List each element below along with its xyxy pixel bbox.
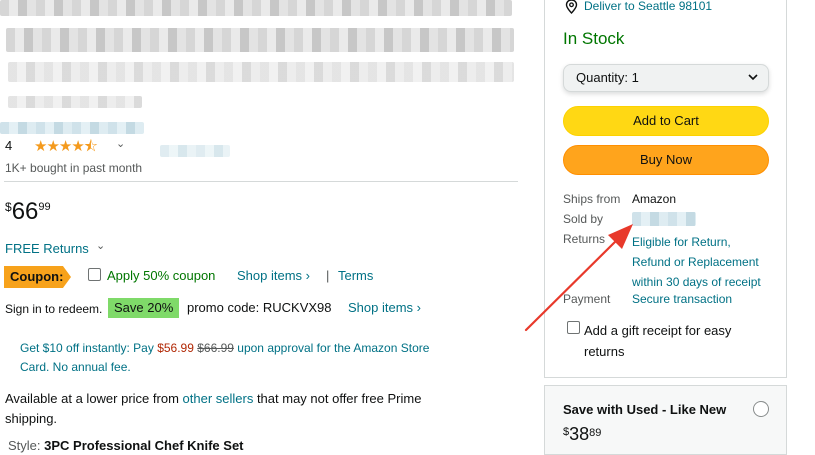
offer-old-price: $66.99 (197, 341, 234, 355)
used-price-fraction: 89 (589, 427, 602, 439)
quantity-label: Quantity: 1 (576, 70, 639, 85)
used-offer-price: $3889 (563, 424, 601, 445)
buy-now-button[interactable]: Buy Now (563, 145, 769, 175)
stock-status: In Stock (563, 29, 625, 48)
returns-label: Returns (563, 232, 606, 246)
add-to-cart-button[interactable]: Add to Cart (563, 106, 769, 136)
used-price-whole: 38 (569, 424, 590, 444)
price-symbol: $ (5, 200, 12, 214)
gift-receipt-line1: Add a gift receipt for easy (584, 323, 732, 338)
ships-from-value: Amazon (632, 192, 677, 206)
chevron-down-icon[interactable]: ⌄ (96, 239, 105, 252)
apply-coupon-label[interactable]: Apply 50% coupon (107, 268, 215, 283)
deliver-to-link[interactable]: Deliver to Seattle 98101 (584, 0, 712, 13)
returns-policy-link[interactable]: Eligible for Return, Refund or Replaceme… (632, 232, 761, 292)
returns-line-2: Refund or Replacement (632, 255, 759, 269)
location-pin-icon[interactable] (565, 0, 578, 17)
promo-code-text: promo code: RUCKVX98 (187, 300, 332, 315)
quantity-select[interactable]: Quantity: 1 (563, 64, 769, 92)
used-price-symbol: $ (563, 426, 570, 438)
store-card-offer-line2: Card. No annual fee. (20, 360, 131, 374)
rating-value: 4 (5, 138, 13, 153)
store-card-offer[interactable]: Get $10 off instantly: Pay $56.99 $66.99… (20, 339, 520, 377)
promo-shop-items-link[interactable]: Shop items › (348, 300, 421, 315)
coupon-terms-link[interactable]: Terms (338, 268, 373, 283)
product-title-redacted-line4 (8, 96, 142, 108)
used-offer-label: Save with Used - Like New (563, 402, 727, 417)
product-price: $6699 (5, 198, 51, 226)
brand-link-redacted[interactable] (0, 122, 144, 134)
payment-label: Payment (563, 292, 611, 306)
coupon-checkbox[interactable] (88, 268, 101, 281)
bought-in-past-month: 1K+ bought in past month (5, 161, 143, 175)
coupon-shop-items-link[interactable]: Shop items › (237, 268, 310, 283)
gift-receipt-line2: returns (584, 344, 625, 359)
product-title-redacted-line3 (8, 62, 514, 82)
coupon-separator: | (326, 268, 330, 283)
returns-line-1: Eligible for Return, (632, 235, 731, 249)
lower-price-line1: Available at a lower price from other se… (5, 389, 515, 409)
sign-in-to-redeem[interactable]: Sign in to redeem. (5, 302, 102, 316)
product-title-redacted-line1 (0, 0, 512, 16)
chevron-down-icon[interactable]: ⌄ (116, 137, 125, 150)
lower-price-line2: shipping. (5, 411, 58, 426)
store-card-offer-line1: Get $10 off instantly: Pay $56.99 $66.99… (20, 339, 520, 358)
returns-line-3: within 30 days of receipt (632, 275, 761, 289)
offer-new-price: $56.99 (157, 341, 194, 355)
gift-receipt-checkbox[interactable] (567, 321, 580, 334)
offer-prefix: Get $10 off instantly: Pay (20, 341, 158, 355)
product-title-redacted-line2 (6, 28, 514, 52)
lower-price-suffix: that may not offer free Prime (253, 391, 422, 406)
used-offer-radio[interactable] (753, 401, 769, 417)
price-whole: 66 (11, 198, 39, 225)
sold-by-label: Sold by (563, 212, 604, 226)
lower-price-note: Available at a lower price from other se… (5, 389, 515, 429)
divider (4, 181, 518, 182)
gift-receipt-label[interactable]: Add a gift receipt for easy returns (584, 320, 731, 362)
sold-by-seller-redacted[interactable] (632, 212, 696, 226)
coupon-badge: Coupon: (4, 266, 71, 288)
price-fraction: 99 (38, 201, 51, 213)
other-sellers-link[interactable]: other sellers (183, 391, 254, 406)
rating-stars-icon[interactable]: ★★★★⯪ (34, 136, 98, 161)
ships-from-label: Ships from (563, 192, 621, 206)
save-percent-badge: Save 20% (108, 298, 180, 318)
payment-value-link[interactable]: Secure transaction (632, 292, 732, 306)
rating-count-redacted[interactable] (160, 145, 230, 157)
free-returns-link[interactable]: FREE Returns (5, 241, 89, 256)
lower-price-prefix: Available at a lower price from (5, 391, 183, 406)
chevron-down-icon (747, 65, 759, 100)
offer-suffix: upon approval for the Amazon Store (233, 341, 430, 355)
